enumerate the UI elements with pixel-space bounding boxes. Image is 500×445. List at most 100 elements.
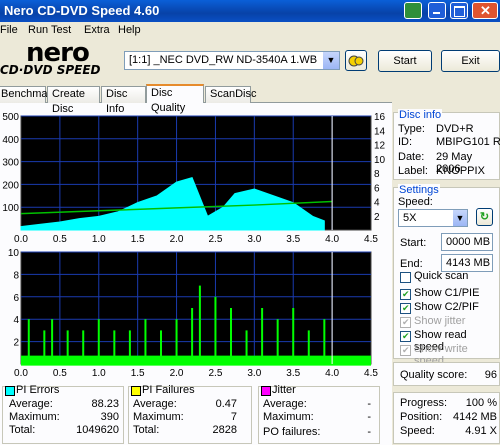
window-title: Nero CD-DVD Speed 4.60 [4,3,160,18]
y2-tick-label: 2 [374,212,380,223]
tab-disc-info[interactable]: Disc Info [101,86,146,115]
refresh-drive-button[interactable] [345,50,367,71]
pi-failures-average: 0.47 [215,398,237,410]
quality-score-panel: Quality score: 96 [393,362,500,386]
pi-failures-average-label: Average: [133,398,177,410]
show-read-speed-checkbox[interactable] [400,331,411,342]
disc-id-value: MBIPG101 R04 [436,136,500,148]
chevron-down-icon[interactable]: ▼ [323,52,339,69]
tab-benchmark[interactable]: Benchmark [0,86,57,103]
x-tick-label: 1.0 [92,368,106,379]
speed-label: Speed: [398,196,433,208]
menu-bar: File Run Test Extra Help [0,22,500,38]
menu-help[interactable]: Help [118,24,141,36]
quick-scan-label: Quick scan [414,270,469,282]
pi-failures-total: 2828 [212,424,237,436]
speed-refresh-button[interactable]: ↻ [476,208,493,226]
menu-extra[interactable]: Extra [84,24,110,36]
x-tick-label: 2.0 [170,368,184,379]
pi-failure-bar [261,308,264,364]
refresh-icon: ↻ [479,211,490,223]
disc-date-label: Date: [398,151,425,163]
pi-errors-chart: 0.0 0.5 1.0 1.5 2.0 2.5 3.0 3.5 4.0 4.5 500 400 300 2… [2,112,386,245]
jitter-panel: Jitter Average: - Maximum: - PO failures… [258,384,380,444]
x-tick-label: 0.0 [14,368,28,379]
y-tick-label: 10 [8,248,20,259]
x-tick-label: 3.5 [286,234,300,245]
x-tick-label: 4.5 [364,234,378,245]
x-tick-label: 0.0 [14,234,28,245]
x-tick-label: 0.5 [53,368,67,379]
minimize-button[interactable] [428,2,446,19]
y-tick-label: 500 [2,112,19,123]
pi-errors-maximum-label: Maximum: [9,411,60,423]
maximize-button[interactable] [450,2,468,19]
y2-tick-label: 8 [374,169,380,180]
show-write-speed-checkbox[interactable] [400,345,411,356]
quick-scan-checkbox[interactable] [400,272,411,283]
pi-failures-total-label: Total: [133,424,160,436]
pi-failures-maximum-label: Maximum: [133,411,184,423]
menu-run-test[interactable]: Run Test [28,24,71,36]
tab-create-disc[interactable]: Create Disc [47,86,100,115]
tab-disc-quality[interactable]: Disc Quality [146,84,204,114]
settings-title: Settings [398,184,440,196]
pi-errors-panel: PI Errors Average: 88.23 Maximum: 390 To… [2,384,124,444]
show-c1-checkbox[interactable] [400,289,411,300]
start-input[interactable]: 0000 MB [441,233,493,251]
tab-scandisc[interactable]: ScanDisc [205,86,256,103]
x-tick-label: 2.0 [170,234,184,245]
y-tick-label: 8 [13,270,19,281]
plot-area [20,251,372,365]
progress-label: Progress: [400,397,448,409]
drive-select-value: [1:1] _NEC DVD_RW ND-3540A 1.WB [129,54,318,66]
y-tick-label: 400 [2,135,19,146]
y-tick-label: 6 [13,293,19,304]
minimize-icon [433,12,440,14]
pi-failures-maximum: 7 [230,411,237,423]
progress-value: 100 % [465,397,497,409]
speed-readout-value: 4.91 X [465,425,497,437]
show-jitter-checkbox[interactable] [400,317,411,328]
pi-errors-total-label: Total: [9,424,36,436]
progress-panel: Progress: 100 % Position: 4142 MB Speed:… [393,392,500,444]
disc-type-value: DVD+R [436,123,474,135]
pi-failures-panel: PI Failures Average: 0.47 Maximum: 7 Tot… [128,384,252,444]
y-tick-label: 4 [13,315,19,326]
disc-id-label: ID: [398,136,413,148]
close-icon: ✕ [480,3,491,18]
x-tick-label: 2.5 [208,234,222,245]
po-failures-label: PO failures: [263,426,321,438]
pi-failures-legend-swatch [131,386,141,396]
quality-score-label: Quality score: [400,369,468,381]
drive-select[interactable]: [1:1] _NEC DVD_RW ND-3540A 1.WB ▼ [124,51,340,70]
exit-button[interactable]: Exit [441,50,500,72]
show-c2-label: Show C2/PIF [414,301,479,313]
po-failures-value: - [367,426,371,438]
pi-errors-average-label: Average: [9,398,53,410]
x-tick-label: 3.0 [247,368,261,379]
speed-select[interactable]: 5X ▼ [398,209,468,227]
disc-label-value: KNOPPIX [436,165,485,177]
pi-failure-bar [198,285,201,364]
menu-file[interactable]: File [0,24,18,36]
pi-failure-bar [214,296,217,364]
disc-info-title: Disc info [398,109,443,121]
speed-readout-label: Speed: [400,425,435,437]
pi-errors-total: 1049620 [76,424,119,436]
disc-info-panel: Disc info Type: DVD+R ID: MBIPG101 R04 D… [393,109,500,180]
settings-panel: Settings Speed: 5X ▼ ↻ Start: 0000 MB En… [393,184,500,367]
y2-tick-label: 6 [374,183,380,194]
y2-tick-label: 14 [374,126,386,137]
pi-failures-title: PI Failures [142,384,195,396]
y2-tick-label: 10 [374,155,386,166]
jitter-maximum-label: Maximum: [263,411,314,423]
chevron-down-icon[interactable]: ▼ [453,210,467,226]
start-button[interactable]: Start [378,50,432,72]
show-c2-checkbox[interactable] [400,303,411,314]
y-tick-label: 300 [2,158,19,169]
pi-failure-bar [230,308,232,364]
app-icon-button[interactable] [404,2,422,19]
x-tick-label: 4.0 [325,368,339,379]
close-button[interactable]: ✕ [472,2,498,19]
